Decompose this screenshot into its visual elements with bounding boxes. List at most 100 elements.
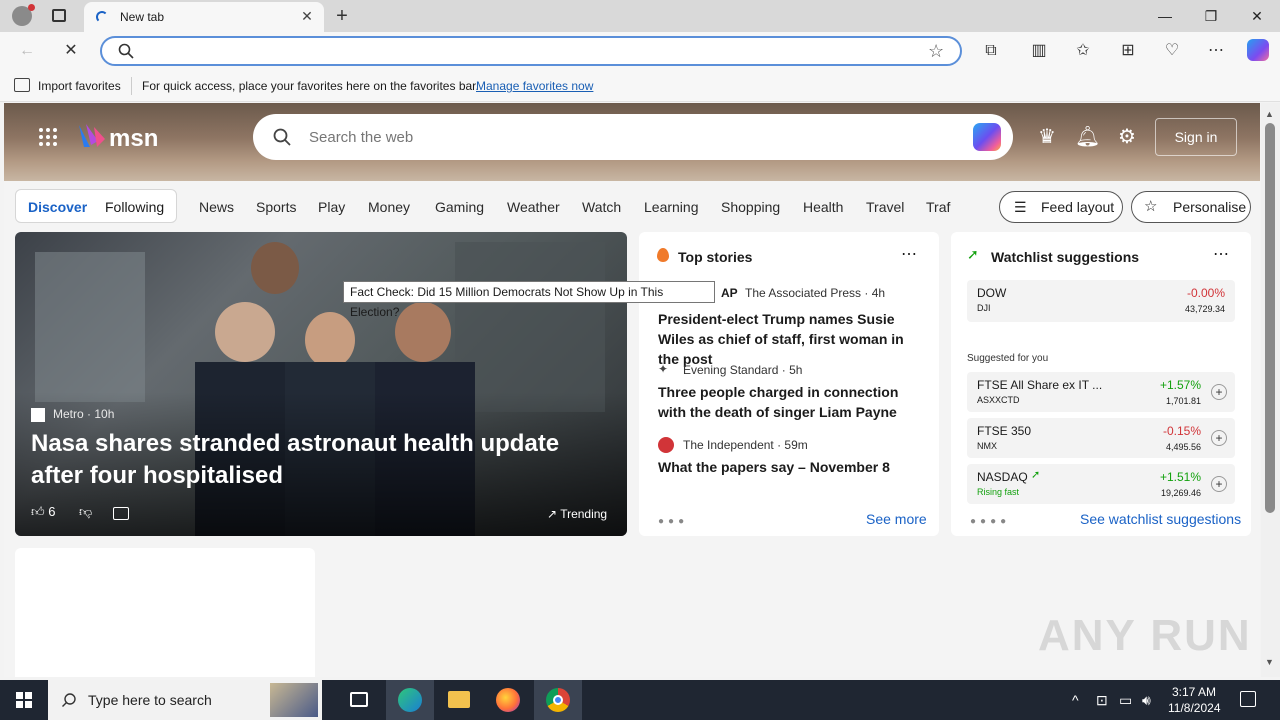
task-view-icon[interactable] [336, 680, 384, 720]
sign-in-button[interactable]: Sign in [1155, 118, 1237, 156]
watchlist-row-ftse-350[interactable]: FTSE 350 NMX -0.15% 4,495.56 + [967, 418, 1235, 458]
notifications-bell-icon[interactable]: 🔔︎ [1075, 125, 1100, 149]
collections-icon[interactable]: ⊞ [1117, 40, 1139, 62]
story-2-headline[interactable]: Three people charged in connection with … [658, 382, 928, 422]
import-favorites-button[interactable]: Import favorites [38, 79, 121, 93]
ftse-all-share-change: +1.57% [1159, 378, 1201, 392]
clock-time: 3:17 AM [1171, 685, 1217, 699]
firefox-icon[interactable] [484, 680, 532, 720]
minimize-button[interactable]: — [1142, 0, 1188, 32]
volume-icon[interactable]: 🔊︎ [1142, 692, 1151, 709]
story-3-headline[interactable]: What the papers say – November 8 [658, 457, 928, 477]
msn-page: msn Search the web ♛ 🔔︎ ⚙ Sign in Discov… [4, 103, 1260, 677]
watchlist-row-ftse-all-share[interactable]: FTSE All Share ex IT ... ASXXCTD +1.57% … [967, 372, 1235, 412]
tray-device-icon[interactable]: ⊡ [1096, 692, 1108, 709]
carousel-dots: ●●● [658, 516, 689, 527]
msn-search-box[interactable]: Search the web [253, 114, 1013, 160]
story-2-source: Evening Standard · 5h [683, 363, 803, 377]
tab-discover[interactable]: Discover [28, 199, 87, 215]
trending-icon: ↗ [547, 507, 558, 521]
favorites-icon[interactable]: ✩ [1072, 40, 1094, 62]
scroll-up-arrow-icon[interactable]: ▲ [1265, 109, 1274, 119]
more-menu-icon[interactable]: ⋯ [1205, 40, 1227, 62]
windows-taskbar: Type here to search ^ ⊡ ▭ 🔊︎ 3:17 AM 11/… [0, 680, 1280, 720]
personalise-star-icon: ☆ [1144, 198, 1158, 215]
trend-up-icon: ➚ [967, 246, 979, 262]
nav-play[interactable]: Play [318, 199, 345, 215]
tab-following[interactable]: Following [105, 199, 164, 215]
comment-icon[interactable] [113, 507, 129, 520]
nav-health[interactable]: Health [803, 199, 843, 215]
nav-watch[interactable]: Watch [582, 199, 621, 215]
msn-header: msn Search the web ♛ 🔔︎ ⚙ Sign in [4, 103, 1260, 181]
add-nasdaq-icon[interactable]: + [1211, 476, 1227, 492]
notification-center-icon[interactable] [1240, 691, 1256, 707]
close-window-button[interactable]: ✕ [1234, 0, 1280, 32]
chrome-icon[interactable] [534, 680, 582, 720]
ftse-all-share-price: 1,701.81 [1165, 396, 1201, 406]
manage-favorites-link[interactable]: Manage favorites now [476, 79, 593, 93]
add-ftse-all-share-icon[interactable]: + [1211, 384, 1227, 400]
msn-logo-icon[interactable] [76, 121, 106, 151]
main-story-source: Metro · 10h [53, 407, 115, 421]
favorites-bar: Import favorites For quick access, place… [0, 70, 1280, 102]
scroll-down-arrow-icon[interactable]: ▼ [1265, 657, 1274, 667]
browser-title-bar: New tab ✕ + — ❐ ✕ [0, 0, 1280, 32]
main-story-headline[interactable]: Nasa shares stranded astronaut health up… [31, 428, 611, 492]
copilot-icon[interactable] [1247, 39, 1269, 61]
favorite-star-icon[interactable]: ☆ [928, 41, 944, 62]
trending-badge: ↗ Trending [547, 507, 607, 521]
page-scrollbar[interactable]: ▲ ▼ [1261, 103, 1280, 677]
performance-icon[interactable]: ♡ [1161, 40, 1183, 62]
add-ftse-350-icon[interactable]: + [1211, 430, 1227, 446]
watchlist-carousel-dots: ●●●● [970, 516, 1011, 527]
file-explorer-icon[interactable] [436, 680, 484, 720]
tab-actions-icon[interactable] [52, 9, 66, 22]
nasdaq-price: 19,269.46 [1160, 488, 1201, 498]
see-more-link[interactable]: See more [866, 511, 927, 527]
story-1-headline[interactable]: President-elect Trump names Susie Wiles … [658, 309, 928, 369]
taskbar-clock[interactable]: 3:17 AM 11/8/2024 [1168, 684, 1221, 716]
stop-loading-icon[interactable]: ✕ [60, 40, 82, 62]
fact-check-tooltip: Fact Check: Did 15 Million Democrats Not… [343, 281, 715, 319]
watchlist-row-nasdaq[interactable]: NASDAQ ➚ Rising fast +1.51% 19,269.46 + [967, 464, 1235, 504]
tab-new-tab[interactable]: New tab ✕ [84, 2, 324, 32]
new-tab-button[interactable]: + [332, 4, 352, 28]
extensions-icon[interactable]: ⧉ [980, 40, 1002, 62]
tray-chevron-icon[interactable]: ^ [1072, 692, 1079, 708]
nav-news[interactable]: News [199, 199, 234, 215]
feed-layout-button[interactable]: ☰ Feed layout [999, 191, 1123, 223]
profile-icon[interactable] [12, 4, 35, 26]
network-icon[interactable]: ▭ [1119, 692, 1132, 709]
nav-traffic[interactable]: Traf [926, 199, 950, 215]
nav-travel[interactable]: Travel [866, 199, 904, 215]
watchlist-more-icon[interactable]: ⋯ [1213, 244, 1229, 264]
restore-button[interactable]: ❐ [1188, 0, 1234, 32]
rewards-icon[interactable]: ♛ [1035, 125, 1059, 149]
thumbs-down-icon[interactable]: 👎︎ [79, 504, 92, 520]
start-button[interactable] [0, 680, 48, 720]
edge-taskbar-icon[interactable] [386, 680, 434, 720]
copilot-search-icon[interactable] [973, 123, 1001, 151]
nav-sports[interactable]: Sports [256, 199, 296, 215]
tab-title: New tab [120, 10, 165, 24]
personalise-button[interactable]: ☆ Personalise [1131, 191, 1251, 223]
tab-close-icon[interactable]: ✕ [298, 8, 316, 25]
app-launcher-icon[interactable] [39, 128, 57, 146]
scroll-thumb[interactable] [1265, 123, 1275, 513]
nav-learning[interactable]: Learning [644, 199, 699, 215]
see-watchlist-link[interactable]: See watchlist suggestions [1080, 511, 1241, 527]
top-stories-more-icon[interactable]: ⋯ [901, 244, 917, 264]
taskbar-search-box[interactable]: Type here to search [48, 680, 322, 720]
watchlist-row-dow[interactable]: DOW DJI -0.00% 43,729.34 [967, 280, 1235, 322]
settings-gear-icon[interactable]: ⚙ [1115, 125, 1139, 149]
nav-money[interactable]: Money [368, 199, 410, 215]
nav-gaming[interactable]: Gaming [435, 199, 484, 215]
main-story-card[interactable]: Metro · 10h Nasa shares stranded astrona… [15, 232, 627, 536]
nav-shopping[interactable]: Shopping [721, 199, 780, 215]
nav-weather[interactable]: Weather [507, 199, 560, 215]
split-screen-icon[interactable]: ▥ [1028, 40, 1050, 62]
like-button[interactable]: 👍︎ 6 [31, 504, 55, 520]
back-arrow-icon[interactable]: ← [16, 40, 38, 62]
address-bar[interactable]: ☆ [100, 36, 962, 66]
